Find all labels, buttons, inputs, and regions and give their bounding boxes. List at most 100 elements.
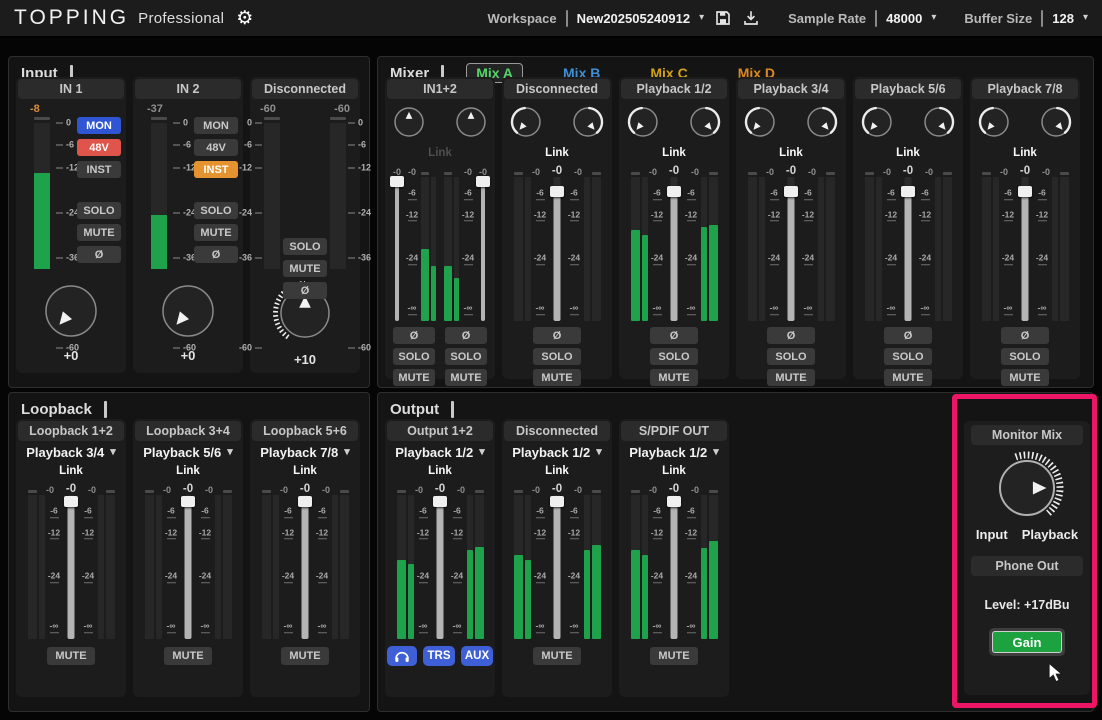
pan-left-knob[interactable] xyxy=(742,104,778,145)
fader-handle[interactable] xyxy=(433,495,447,507)
phase-button[interactable]: Ø xyxy=(767,327,815,344)
workspace-value[interactable]: New202505240912 xyxy=(577,11,691,26)
trs-button[interactable]: TRS xyxy=(423,646,455,666)
link-label[interactable]: Link xyxy=(250,464,360,478)
pan-right-knob[interactable] xyxy=(1038,104,1074,145)
export-icon[interactable] xyxy=(741,9,760,28)
solo-button[interactable]: SOLO xyxy=(393,348,435,365)
link-label[interactable]: Link xyxy=(736,146,846,160)
solo-button[interactable]: SOLO xyxy=(767,348,815,365)
pan-right-knob[interactable] xyxy=(687,104,723,145)
fader-handle[interactable] xyxy=(1018,186,1032,198)
fader-handle[interactable] xyxy=(784,186,798,198)
mute-button[interactable]: MUTE xyxy=(650,647,698,665)
phase-button[interactable]: Ø xyxy=(445,327,487,344)
headphone-button[interactable] xyxy=(387,646,417,666)
link-label[interactable]: Link xyxy=(619,146,729,160)
pan-right-knob[interactable] xyxy=(570,104,606,145)
pan-left-knob[interactable] xyxy=(625,104,661,145)
mon-toggle-button[interactable]: MON xyxy=(194,117,238,134)
buffer-size-caret-down-icon[interactable]: ▾ xyxy=(1083,13,1088,23)
buffer-size-value[interactable]: 128 xyxy=(1052,11,1074,26)
solo-button[interactable]: SOLO xyxy=(650,348,698,365)
mute-button[interactable]: MUTE xyxy=(47,647,95,665)
phase-button[interactable]: Ø xyxy=(283,282,327,299)
source-select[interactable]: Playback 1/2 ▾ xyxy=(385,441,495,463)
phase-button[interactable]: Ø xyxy=(393,327,435,344)
fader-handle[interactable] xyxy=(390,176,404,188)
mute-button[interactable]: MUTE xyxy=(650,369,698,386)
gain-knob[interactable] xyxy=(41,281,101,346)
phase-button[interactable]: Ø xyxy=(884,327,932,344)
phase-button[interactable]: Ø xyxy=(194,246,238,263)
source-select[interactable]: Playback 5/6 ▾ xyxy=(133,441,243,463)
fader-handle[interactable] xyxy=(901,186,915,198)
gain-knob[interactable] xyxy=(158,281,218,346)
solo-button[interactable]: SOLO xyxy=(283,238,327,255)
solo-button[interactable]: SOLO xyxy=(1001,348,1049,365)
fader-handle[interactable] xyxy=(476,176,490,188)
pan-right-knob[interactable] xyxy=(921,104,957,145)
link-label[interactable]: Link xyxy=(385,464,495,478)
inst-toggle-button[interactable]: INST xyxy=(194,161,238,178)
mute-button[interactable]: MUTE xyxy=(77,224,121,241)
mute-button[interactable]: MUTE xyxy=(533,369,581,386)
link-label[interactable]: Link xyxy=(853,146,963,160)
solo-button[interactable]: SOLO xyxy=(884,348,932,365)
inst-toggle-button[interactable]: INST xyxy=(77,161,121,178)
pan-right-knob[interactable] xyxy=(804,104,840,145)
link-label[interactable]: Link xyxy=(970,146,1080,160)
solo-button[interactable]: SOLO xyxy=(533,348,581,365)
mute-button[interactable]: MUTE xyxy=(281,647,329,665)
workspace-caret-down-icon[interactable]: ▾ xyxy=(699,13,704,23)
gain-button[interactable]: Gain xyxy=(992,631,1062,653)
pan-right-knob[interactable] xyxy=(453,104,489,145)
link-label[interactable]: Link xyxy=(16,464,126,478)
link-label[interactable]: Link xyxy=(502,464,612,478)
phase-button[interactable]: Ø xyxy=(533,327,581,344)
meter-peak-dash xyxy=(630,172,640,175)
source-select[interactable]: Playback 1/2 ▾ xyxy=(502,441,612,463)
source-select[interactable]: Playback 3/4 ▾ xyxy=(16,441,126,463)
pan-left-knob[interactable] xyxy=(508,104,544,145)
fader-handle[interactable] xyxy=(181,495,195,507)
phase-button[interactable]: Ø xyxy=(1001,327,1049,344)
fader-handle[interactable] xyxy=(550,495,564,507)
source-select[interactable]: Playback 1/2 ▾ xyxy=(619,441,729,463)
fader-handle[interactable] xyxy=(298,495,312,507)
mute-button[interactable]: MUTE xyxy=(767,369,815,386)
mon-toggle-button[interactable]: MON xyxy=(77,117,121,134)
fader-handle[interactable] xyxy=(550,186,564,198)
solo-button[interactable]: SOLO xyxy=(445,348,487,365)
link-label[interactable]: Link xyxy=(502,146,612,160)
pan-left-knob[interactable] xyxy=(976,104,1012,145)
phase-button[interactable]: Ø xyxy=(77,246,121,263)
solo-button[interactable]: SOLO xyxy=(194,202,238,219)
fader-handle[interactable] xyxy=(64,495,78,507)
mute-button[interactable]: MUTE xyxy=(164,647,212,665)
monitor-mix-knob[interactable] xyxy=(964,449,1090,527)
link-label[interactable]: Link xyxy=(619,464,729,478)
mute-button[interactable]: MUTE xyxy=(533,647,581,665)
source-select[interactable]: Playback 7/8 ▾ xyxy=(250,441,360,463)
fader-handle[interactable] xyxy=(667,186,681,198)
solo-button[interactable]: SOLO xyxy=(77,202,121,219)
save-icon[interactable] xyxy=(713,9,732,28)
48v-toggle-button[interactable]: 48V xyxy=(77,139,121,156)
pan-left-knob[interactable] xyxy=(391,104,427,145)
link-label[interactable]: Link xyxy=(133,464,243,478)
fader-handle[interactable] xyxy=(667,495,681,507)
mute-button[interactable]: MUTE xyxy=(194,224,238,241)
mute-button[interactable]: MUTE xyxy=(445,369,487,386)
mute-button[interactable]: MUTE xyxy=(884,369,932,386)
mute-button[interactable]: MUTE xyxy=(1001,369,1049,386)
mute-button[interactable]: MUTE xyxy=(283,260,327,277)
sample-rate-caret-down-icon[interactable]: ▾ xyxy=(931,13,936,23)
mute-button[interactable]: MUTE xyxy=(393,369,435,386)
pan-left-knob[interactable] xyxy=(859,104,895,145)
aux-button[interactable]: AUX xyxy=(461,646,493,666)
phase-button[interactable]: Ø xyxy=(650,327,698,344)
settings-gear-icon[interactable]: ⚙ xyxy=(236,9,253,28)
48v-toggle-button[interactable]: 48V xyxy=(194,139,238,156)
sample-rate-value[interactable]: 48000 xyxy=(886,11,922,26)
